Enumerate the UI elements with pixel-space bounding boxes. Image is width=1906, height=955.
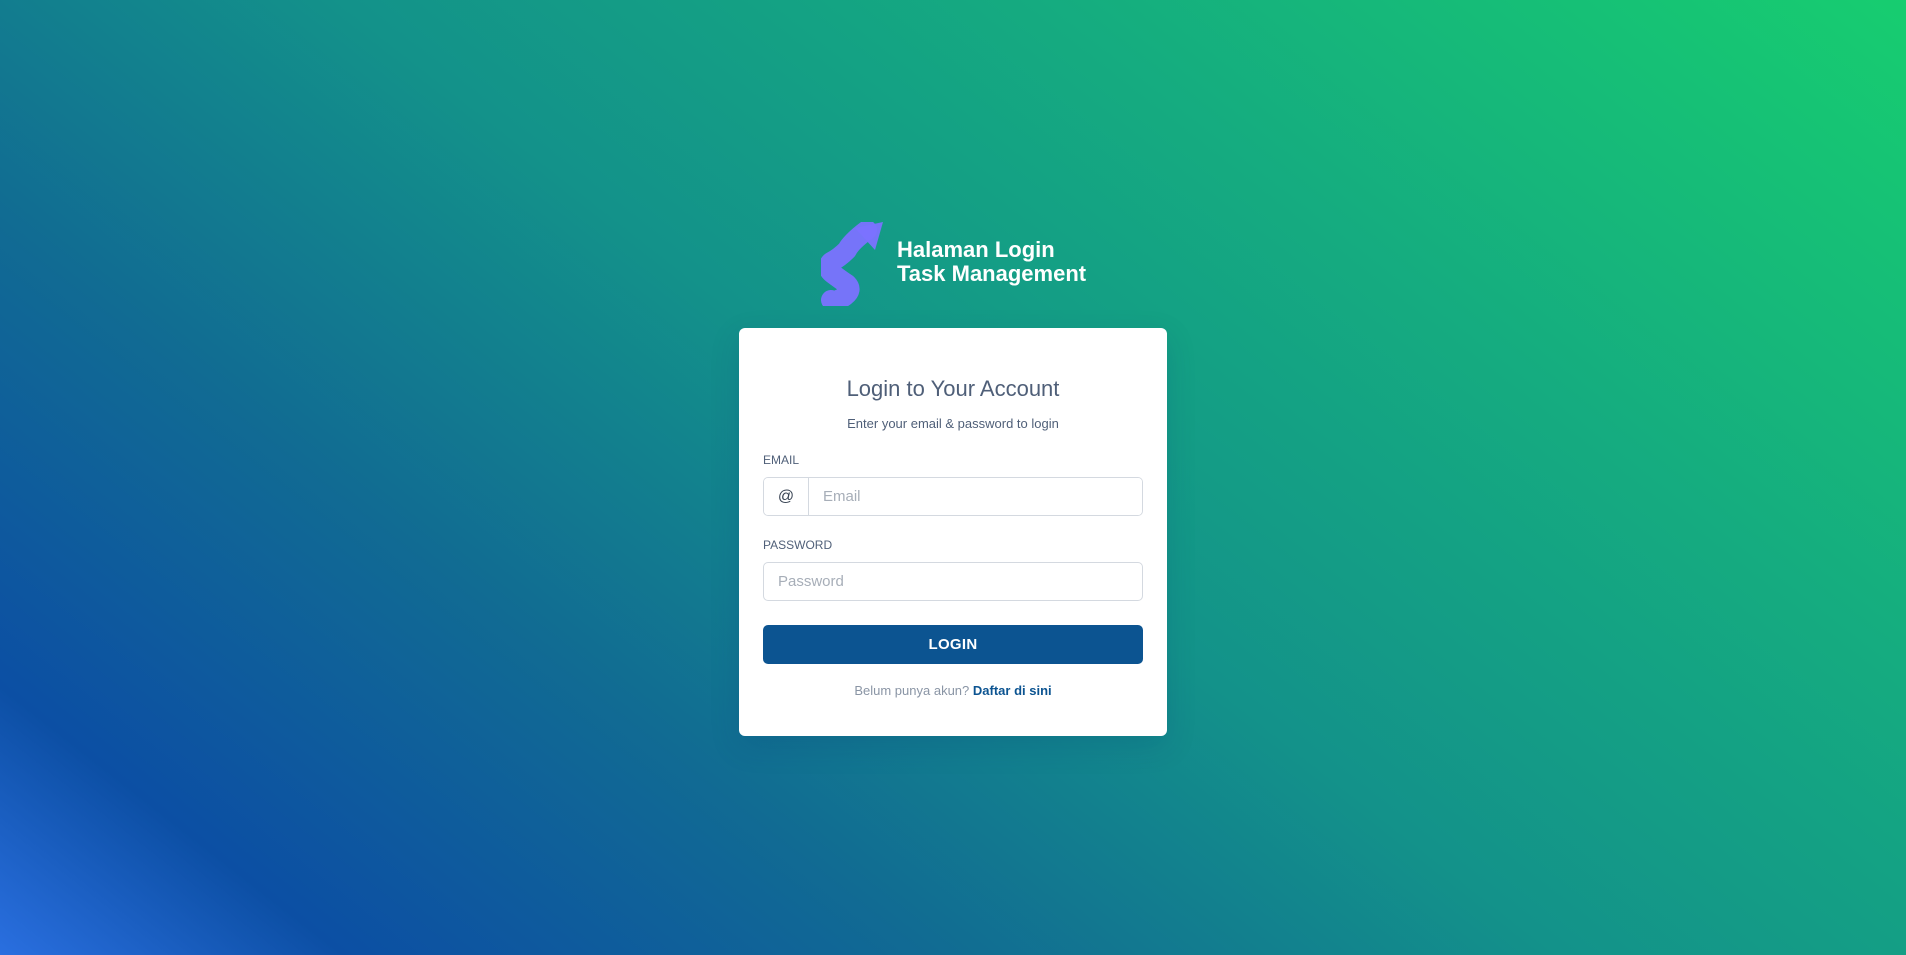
brand-header: Halaman Login Task Management <box>821 222 1086 306</box>
password-field[interactable] <box>763 562 1143 601</box>
email-label: EMAIL <box>763 453 800 467</box>
brand-title: Halaman Login Task Management <box>897 238 1086 286</box>
email-field[interactable] <box>809 478 1142 515</box>
email-input-group: @ <box>763 477 1143 516</box>
card-subtitle: Enter your email & password to login <box>847 416 1059 431</box>
brand-title-line2: Task Management <box>897 261 1087 286</box>
signup-prompt: Belum punya akun? <box>854 683 970 698</box>
brand-title-line1: Halaman Login <box>897 237 1055 262</box>
login-card: Login to Your Account Enter your email &… <box>739 328 1167 736</box>
password-label: PASSWORD <box>763 538 833 552</box>
login-button[interactable]: LOGIN <box>763 625 1143 664</box>
login-page: Halaman Login Task Management Login to Y… <box>0 0 1906 955</box>
s-arrow-logo-icon <box>821 222 883 306</box>
card-title: Login to Your Account <box>846 376 1060 401</box>
at-sign-icon: @ <box>764 478 809 515</box>
signup-row: Belum punya akun? Daftar di sini <box>763 683 1143 698</box>
signup-link[interactable]: Daftar di sini <box>973 683 1052 698</box>
